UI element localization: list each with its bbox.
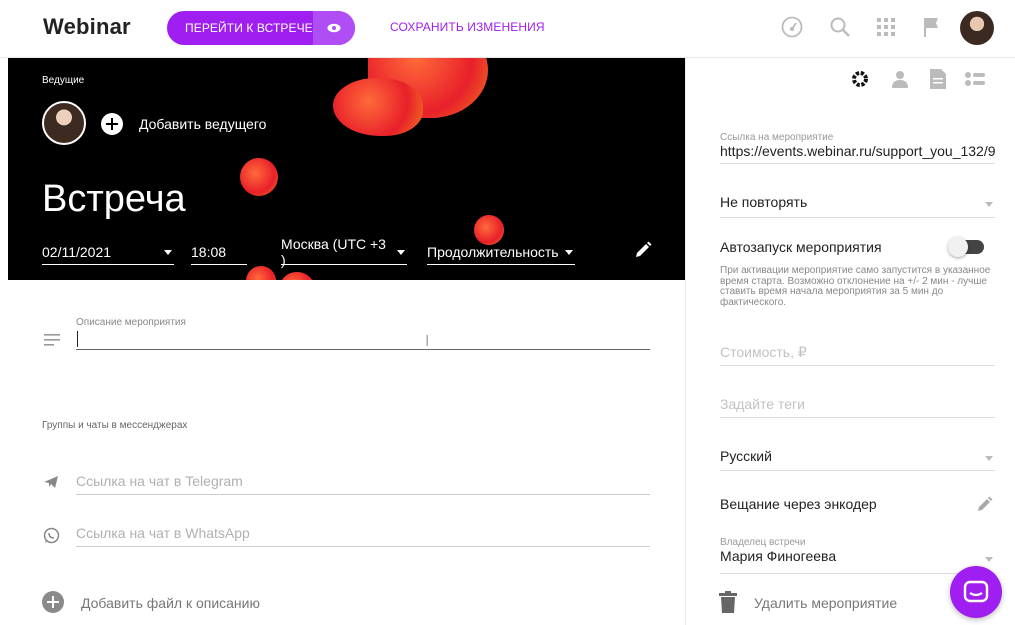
- decor-blob: [280, 272, 314, 280]
- chevron-down-icon: [565, 249, 573, 255]
- app-logo[interactable]: Webinar: [43, 14, 131, 40]
- owner-label: Владелец встречи: [720, 537, 806, 548]
- description-label: Описание мероприятия: [76, 317, 186, 328]
- tags-placeholder: Задайте теги: [720, 396, 805, 412]
- encoder-edit-pencil-icon[interactable]: [976, 495, 994, 518]
- whatsapp-placeholder: Ссылка на чат в WhatsApp: [76, 525, 250, 541]
- duration-select[interactable]: Продолжительность: [427, 240, 575, 265]
- timezone-value: Москва (UTC +3 ): [281, 236, 386, 268]
- delete-event-button[interactable]: Удалить мероприятие: [754, 595, 897, 611]
- chevron-down-icon: [985, 557, 993, 562]
- description-lines-icon: [44, 333, 60, 351]
- decor-blob: [333, 78, 423, 136]
- save-changes-link[interactable]: СОХРАНИТЬ ИЗМЕНЕНИЯ: [390, 20, 545, 34]
- telegram-link-input[interactable]: Ссылка на чат в Telegram: [76, 473, 650, 495]
- add-host-plus-icon[interactable]: [101, 113, 123, 135]
- preview-eye-icon[interactable]: [313, 11, 355, 45]
- hosts-label: Ведущие: [42, 75, 85, 86]
- flag-icon[interactable]: [918, 14, 944, 40]
- autostart-note: При активации мероприятие само запуститс…: [720, 265, 991, 308]
- description-input[interactable]: [76, 330, 650, 350]
- decor-blob: [246, 266, 276, 280]
- go-to-meeting-label[interactable]: ПЕРЕЙТИ К ВСТРЕЧЕ: [167, 21, 313, 35]
- support-chat-button[interactable]: [950, 566, 1002, 618]
- repeat-value: Не повторять: [720, 194, 808, 210]
- whatsapp-link-input[interactable]: Ссылка на чат в WhatsApp: [76, 525, 650, 547]
- dashboard-icon[interactable]: [779, 14, 805, 40]
- go-to-meeting-button[interactable]: ПЕРЕЙТИ К ВСТРЕЧЕ: [167, 11, 355, 45]
- time-field[interactable]: 18:08: [191, 240, 247, 265]
- autostart-label: Автозапуск мероприятия: [720, 239, 882, 255]
- ibeam-cursor-icon: I: [425, 333, 430, 350]
- owner-select[interactable]: Владелец встречи Мария Финогеева: [720, 537, 995, 574]
- text-cursor: [77, 331, 78, 347]
- decor-blob: [240, 158, 278, 196]
- time-value: 18:08: [191, 244, 227, 260]
- trash-icon[interactable]: [719, 591, 737, 618]
- chevron-down-icon: [164, 249, 172, 255]
- event-hero-banner: Ведущие Добавить ведущего Встреча 02/11/…: [8, 58, 685, 280]
- add-file-plus-icon[interactable]: [42, 591, 64, 613]
- telegram-icon: [43, 475, 59, 494]
- search-icon[interactable]: [827, 14, 853, 40]
- telegram-placeholder: Ссылка на чат в Telegram: [76, 473, 243, 489]
- price-input[interactable]: Стоимость, ₽: [720, 344, 995, 366]
- apps-grid-icon[interactable]: [873, 14, 899, 40]
- groups-label: Группы и чаты в мессенджерах: [42, 420, 188, 431]
- event-title[interactable]: Встреча: [42, 178, 186, 221]
- chat-bubble-icon: [963, 580, 989, 603]
- user-avatar[interactable]: [960, 11, 994, 45]
- person-tab-icon[interactable]: [889, 68, 911, 90]
- tags-input[interactable]: Задайте теги: [720, 396, 995, 418]
- repeat-select[interactable]: Не повторять: [720, 194, 995, 218]
- encoder-label: Вещание через энкодер: [720, 496, 877, 512]
- date-value: 02/11/2021: [42, 244, 112, 260]
- chevron-down-icon: [985, 456, 993, 461]
- document-tab-icon[interactable]: [927, 68, 949, 90]
- event-link-label: Ссылка на мероприятие: [720, 132, 834, 143]
- add-file-button[interactable]: Добавить файл к описанию: [81, 595, 260, 611]
- settings-tab-gear-icon[interactable]: [849, 68, 871, 90]
- add-host-button[interactable]: Добавить ведущего: [139, 116, 266, 132]
- timezone-select[interactable]: Москва (UTC +3 ): [281, 236, 407, 268]
- top-header: Webinar ПЕРЕЙТИ К ВСТРЕЧЕ СОХРАНИТЬ ИЗМЕ…: [0, 0, 1015, 58]
- event-link-field[interactable]: Ссылка на мероприятие https://events.web…: [720, 132, 995, 164]
- edit-cover-pencil-icon[interactable]: [633, 240, 653, 265]
- price-placeholder: Стоимость, ₽: [720, 344, 807, 360]
- settings-panel: Ссылка на мероприятие https://events.web…: [685, 58, 1015, 625]
- whatsapp-icon: [43, 527, 60, 549]
- duration-value: Продолжительность: [427, 244, 559, 260]
- toggle-knob: [948, 237, 968, 257]
- language-select[interactable]: Русский: [720, 448, 995, 471]
- layout-tab-icon[interactable]: [964, 68, 986, 90]
- event-link-value: https://events.webinar.ru/support_you_13…: [720, 143, 995, 159]
- owner-value: Мария Финогеева: [720, 548, 837, 564]
- host-avatar[interactable]: [42, 101, 86, 145]
- autostart-toggle[interactable]: [948, 237, 984, 257]
- language-value: Русский: [720, 448, 772, 464]
- chevron-down-icon: [985, 202, 993, 207]
- date-field[interactable]: 02/11/2021: [42, 240, 174, 265]
- chevron-down-icon: [397, 249, 405, 255]
